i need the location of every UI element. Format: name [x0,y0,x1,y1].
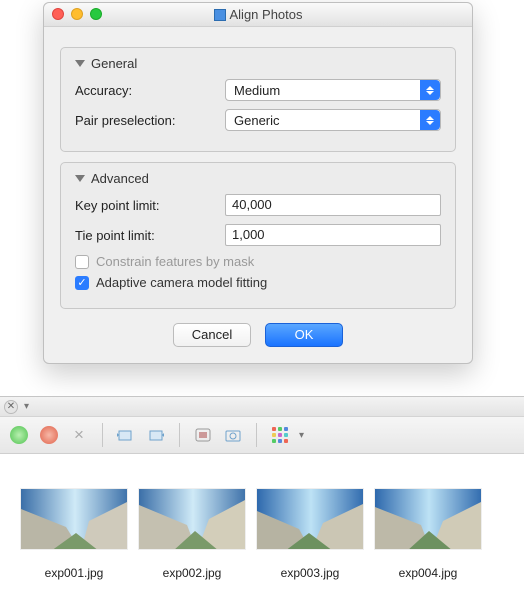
mask-icon[interactable] [192,424,214,446]
align-photos-dialog: Align Photos General Accuracy: Medium Pa… [43,2,473,364]
pair-preselection-label: Pair preselection: [75,113,225,128]
photo-thumbnails: exp001.jpg exp002.jpg exp003.jpg exp004.… [0,470,524,580]
toolbar-separator [102,423,103,447]
photo-thumbnail[interactable]: exp001.jpg [20,488,128,580]
file-name: exp001.jpg [45,566,104,580]
rotate-left-icon[interactable] [115,424,137,446]
ok-button[interactable]: OK [265,323,343,347]
window-close-button[interactable] [52,8,64,20]
accuracy-label: Accuracy: [75,83,225,98]
key-point-limit-label: Key point limit: [75,198,225,213]
toolbar-separator [256,423,257,447]
advanced-header: Advanced [91,171,149,186]
approve-icon[interactable] [8,424,30,446]
photo-thumbnail[interactable]: exp004.jpg [374,488,482,580]
rotate-right-icon[interactable] [145,424,167,446]
file-name: exp002.jpg [163,566,222,580]
tie-point-limit-input[interactable]: 1,000 [225,224,441,246]
key-point-limit-input[interactable]: 40,000 [225,194,441,216]
accuracy-value: Medium [234,83,280,98]
thumbnail-image [138,488,246,550]
chevron-down-icon[interactable]: ▾ [24,401,29,412]
disclosure-triangle-icon[interactable] [75,60,85,67]
constrain-features-row[interactable]: Constrain features by mask [75,254,441,269]
panel-header-strip: ✕ ▾ [0,396,524,416]
adaptive-fitting-row[interactable]: ✓ Adaptive camera model fitting [75,275,441,290]
delete-icon[interactable]: × [68,424,90,446]
app-icon [214,9,226,21]
pair-preselection-select[interactable]: Generic [225,109,441,131]
disclosure-triangle-icon[interactable] [75,175,85,182]
advanced-group: Advanced Key point limit: 40,000 Tie poi… [60,162,456,309]
constrain-features-label: Constrain features by mask [96,254,254,269]
file-name: exp003.jpg [281,566,340,580]
general-group: General Accuracy: Medium Pair preselecti… [60,47,456,152]
photos-toolbar: × ▾ [0,416,524,454]
thumbnail-image [20,488,128,550]
photo-thumbnail[interactable]: exp002.jpg [138,488,246,580]
stepper-caps-icon [420,80,440,100]
chevron-down-icon[interactable]: ▾ [299,430,304,441]
close-panel-icon[interactable]: ✕ [4,400,18,414]
window-zoom-button[interactable] [90,8,102,20]
accuracy-select[interactable]: Medium [225,79,441,101]
thumbnail-grid-icon[interactable] [269,424,291,446]
adaptive-fitting-label: Adaptive camera model fitting [96,275,267,290]
toolbar-separator [179,423,180,447]
camera-icon[interactable] [222,424,244,446]
stepper-caps-icon [420,110,440,130]
cancel-button[interactable]: Cancel [173,323,251,347]
titlebar: Align Photos [44,3,472,27]
file-name: exp004.jpg [399,566,458,580]
tie-point-limit-label: Tie point limit: [75,228,225,243]
pair-preselection-value: Generic [234,113,280,128]
adaptive-fitting-checkbox[interactable]: ✓ [75,276,89,290]
general-header: General [91,56,137,71]
thumbnail-image [256,488,364,550]
photo-thumbnail[interactable]: exp003.jpg [256,488,364,580]
dialog-title: Align Photos [214,7,303,22]
constrain-features-checkbox[interactable] [75,255,89,269]
thumbnail-image [374,488,482,550]
remove-icon[interactable] [38,424,60,446]
window-minimize-button[interactable] [71,8,83,20]
